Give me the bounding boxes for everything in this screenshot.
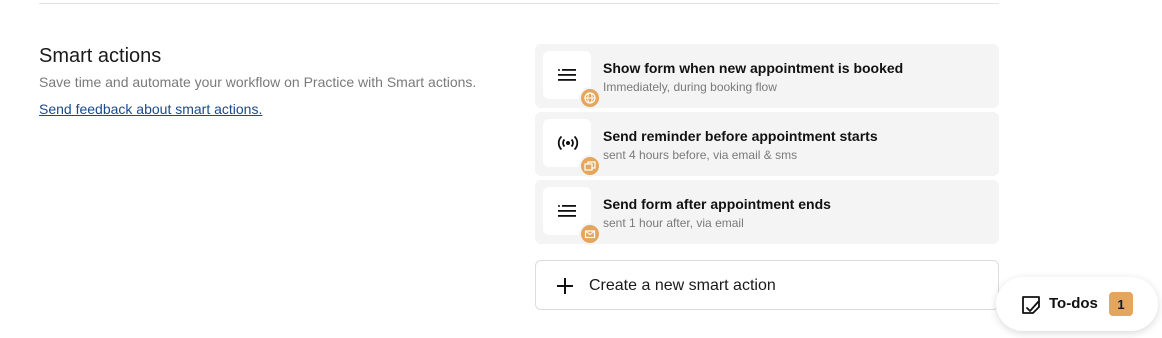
section-description: Save time and automate your workflow on …	[39, 74, 477, 90]
globe-icon	[579, 87, 601, 109]
todos-count-badge: 1	[1109, 292, 1133, 316]
action-title: Send form after appointment ends	[603, 196, 831, 212]
smart-actions-list: Show form when new appointment is booked…	[535, 44, 999, 248]
smart-action-item[interactable]: Send reminder before appointment starts …	[535, 112, 999, 177]
mail-icon	[579, 223, 601, 245]
action-icon-container	[543, 51, 601, 109]
list-icon	[558, 69, 576, 81]
create-smart-action-label: Create a new smart action	[589, 277, 776, 294]
divider	[39, 3, 999, 4]
smart-action-item[interactable]: Show form when new appointment is booked…	[535, 44, 999, 109]
action-subtitle: Immediately, during booking flow	[603, 80, 777, 94]
action-title: Send reminder before appointment starts	[603, 128, 878, 144]
smart-actions-page: Smart actions Save time and automate you…	[0, 0, 1162, 338]
windows-icon	[579, 155, 601, 177]
feedback-link[interactable]: Send feedback about smart actions.	[39, 101, 262, 117]
action-subtitle: sent 4 hours before, via email & sms	[603, 148, 798, 162]
todos-label: To-dos	[1049, 295, 1098, 312]
todos-button[interactable]: To-dos 1	[996, 277, 1158, 331]
create-smart-action-button[interactable]: Create a new smart action	[535, 260, 999, 310]
broadcast-icon	[557, 135, 579, 151]
smart-action-item[interactable]: Send form after appointment ends sent 1 …	[535, 180, 999, 245]
plus-icon	[557, 278, 573, 294]
list-icon	[558, 205, 576, 217]
section-title: Smart actions	[39, 45, 162, 67]
action-icon-container	[543, 187, 601, 245]
action-subtitle: sent 1 hour after, via email	[603, 216, 744, 230]
note-check-icon	[1022, 296, 1040, 314]
action-title: Show form when new appointment is booked	[603, 60, 904, 76]
action-icon-container	[543, 119, 601, 177]
